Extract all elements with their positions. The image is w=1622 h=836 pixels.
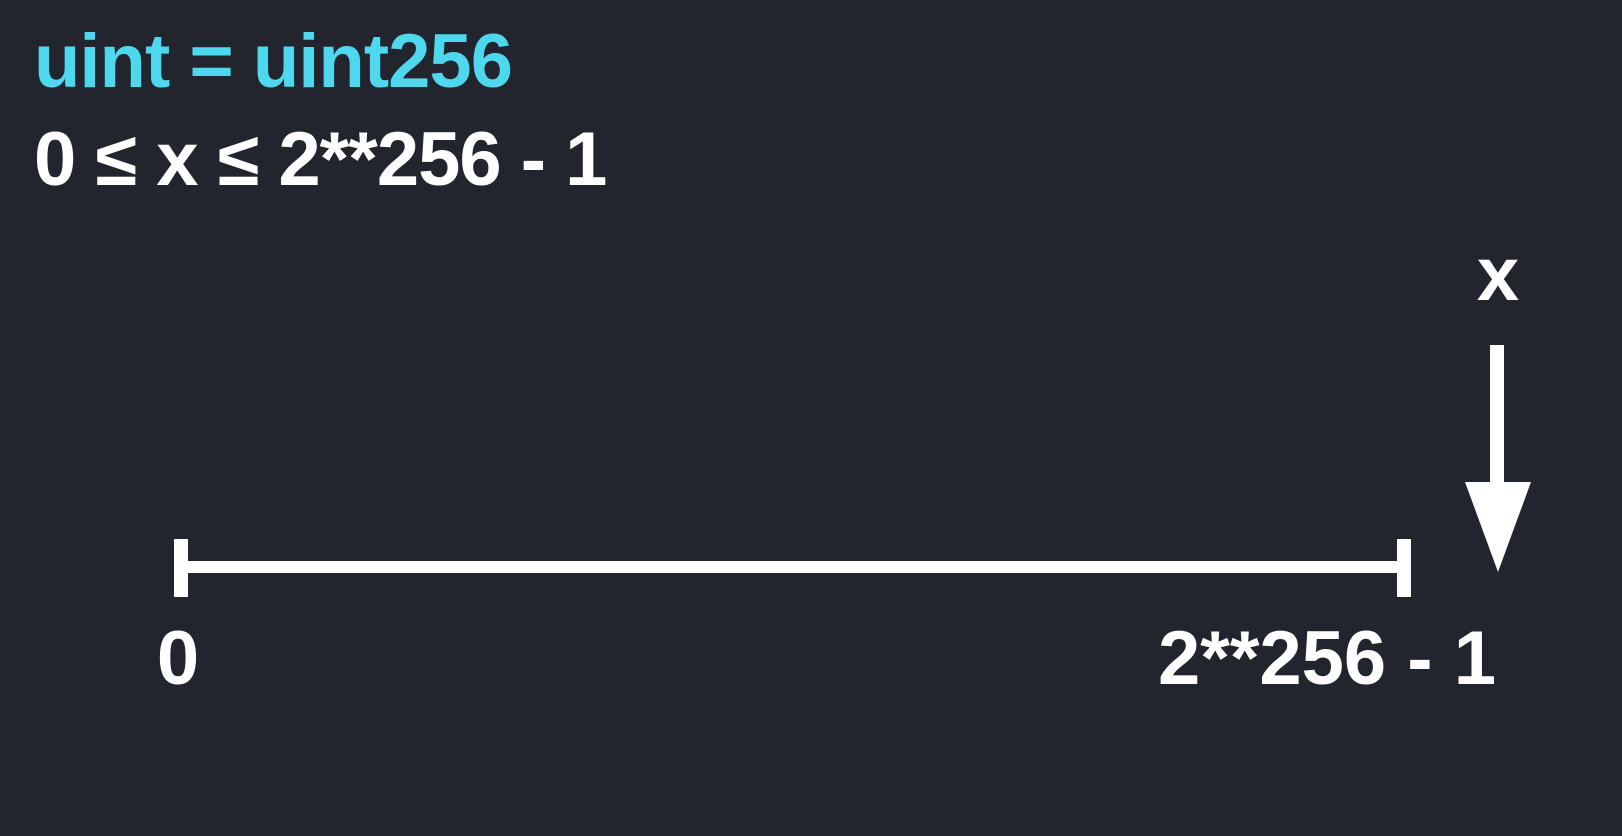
pointer-label: x	[1477, 232, 1519, 317]
max-label: 2**256 - 1	[1158, 616, 1496, 701]
number-line-diagram: 0 2**256 - 1 x	[157, 232, 1531, 701]
arrow-head	[1465, 482, 1531, 572]
min-label: 0	[157, 616, 199, 701]
down-arrow-icon	[1465, 345, 1531, 572]
slide: uint = uint256 0 ≤ x ≤ 2**256 - 1 0 2**2…	[0, 0, 1622, 836]
